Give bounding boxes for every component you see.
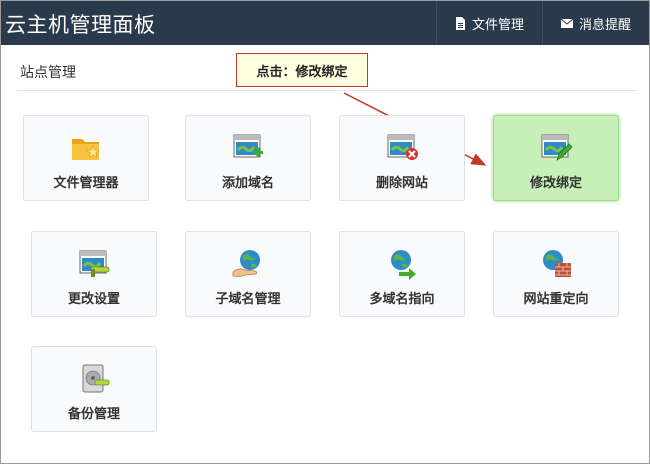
tile-label: 添加域名 — [221, 176, 274, 191]
instruction-callout: 点击：修改绑定 — [236, 53, 368, 87]
tile-label: 网站重定向 — [523, 292, 589, 307]
tile-add-domain[interactable]: 添加域名 — [185, 115, 311, 201]
tile-label: 删除网站 — [375, 176, 428, 191]
tile-backup-management[interactable]: 备份管理 — [31, 346, 157, 432]
tile-change-settings[interactable]: 更改设置 — [31, 231, 157, 317]
tile-delete-site[interactable]: 删除网站 — [339, 115, 465, 201]
nav-messages-label: 消息提醒 — [578, 17, 631, 33]
window-add-icon — [231, 132, 265, 164]
nav-file-manager-label: 文件管理 — [471, 17, 524, 33]
tile-label: 更改设置 — [67, 292, 120, 307]
section-divider — [17, 90, 637, 91]
tile-label: 子域名管理 — [215, 292, 281, 307]
tile-multi-domain[interactable]: 多域名指向 — [339, 231, 465, 317]
globe-arrow-icon — [385, 248, 419, 280]
globe-hand-icon — [231, 248, 265, 280]
tile-subdomain-management[interactable]: 子域名管理 — [185, 231, 311, 317]
mail-icon — [560, 18, 573, 28]
window-settings-icon — [77, 248, 111, 280]
section-title: 站点管理 — [20, 65, 76, 81]
top-bar: 云主机管理面板 文件管理 消息提醒 — [1, 1, 649, 45]
tile-modify-binding[interactable]: 修改绑定 — [493, 115, 619, 201]
tile-label: 文件管理器 — [53, 176, 119, 191]
disk-backup-icon — [77, 363, 111, 395]
tile-label: 多域名指向 — [369, 292, 435, 307]
top-nav: 文件管理 消息提醒 — [435, 1, 649, 45]
tile-label: 备份管理 — [67, 407, 120, 422]
window-delete-icon — [385, 132, 419, 164]
window-edit-icon — [539, 132, 573, 164]
file-icon — [455, 16, 466, 30]
nav-messages[interactable]: 消息提醒 — [541, 1, 649, 45]
tile-file-manager[interactable]: 文件管理器 — [23, 115, 149, 201]
folder-star-icon — [69, 132, 103, 164]
app-title: 云主机管理面板 — [5, 13, 156, 37]
globe-wall-icon — [539, 248, 573, 280]
tile-label: 修改绑定 — [529, 176, 582, 191]
tile-site-redirect[interactable]: 网站重定向 — [493, 231, 619, 317]
nav-file-manager[interactable]: 文件管理 — [435, 1, 542, 45]
